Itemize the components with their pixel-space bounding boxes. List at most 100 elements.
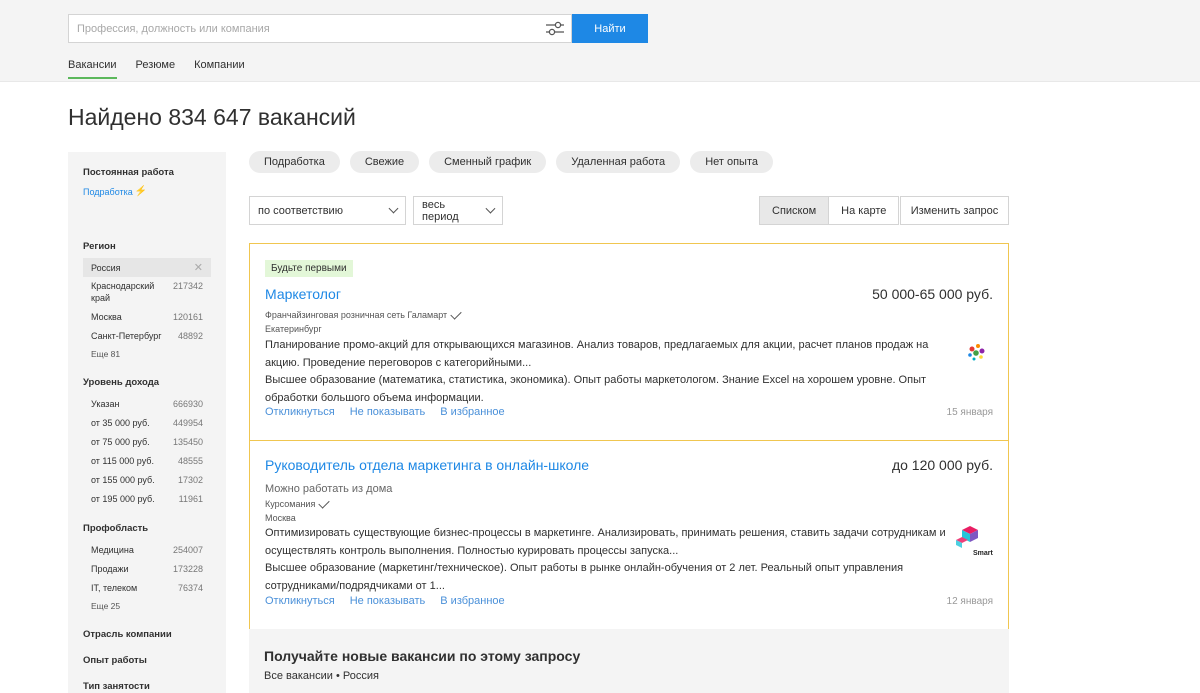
vacancy-actions: Откликнуться Не показывать В избранное: [265, 595, 505, 607]
vacancy-date: 15 января: [946, 407, 993, 418]
vacancy-requirements: Высшее образование (математика, статисти…: [265, 374, 927, 404]
period-select[interactable]: весь период: [413, 196, 503, 225]
view-list-button[interactable]: Списком: [760, 197, 830, 224]
vacancy-responsibilities: Планирование промо-акций для открывающих…: [265, 339, 929, 369]
chevron-down-icon: [388, 203, 399, 214]
vacancy-responsibilities: Оптимизировать существующие бизнес-проце…: [265, 527, 946, 557]
income-label: Указан: [91, 398, 120, 409]
chip-shift[interactable]: Сменный график: [429, 151, 547, 173]
vacancy-actions: Откликнуться Не показывать В избранное: [265, 406, 505, 418]
field-count: 76374: [177, 582, 203, 593]
company-name: Франчайзинговая розничная сеть Галамарт: [265, 310, 448, 320]
company-logo: Smart: [956, 526, 994, 557]
view-map-button[interactable]: На карте: [829, 197, 899, 224]
remove-filter-icon[interactable]: ✕: [194, 261, 203, 274]
verified-check-icon: [318, 496, 330, 509]
main-nav: Вакансии Резюме Компании: [68, 59, 245, 79]
subscribe-block: Получайте новые вакансии по этому запрос…: [249, 629, 1009, 693]
respond-link[interactable]: Откликнуться: [265, 595, 335, 607]
region-heading: Регион: [83, 241, 116, 252]
industry-filter[interactable]: Отрасль компании: [83, 629, 211, 640]
vacancy-requirements: Высшее образование (маркетинг/техническо…: [265, 562, 904, 592]
tab-resumes[interactable]: Резюме: [136, 59, 176, 79]
field-more-link[interactable]: Еще 25: [83, 601, 211, 611]
parttime-link[interactable]: Подработка ⚡: [83, 186, 226, 197]
vacancy-description: Оптимизировать существующие бизнес-проце…: [265, 525, 955, 595]
income-item[interactable]: от 75 000 руб. 135450: [83, 432, 211, 451]
region-item-russia[interactable]: Россия ✕: [83, 258, 211, 277]
income-label: от 155 000 руб.: [91, 474, 155, 485]
income-label: от 115 000 руб.: [91, 455, 154, 466]
income-count: 449954: [172, 417, 203, 428]
chevron-down-icon: [485, 203, 496, 214]
vacancy-title[interactable]: Маркетолог: [265, 286, 341, 302]
income-count: 666930: [172, 398, 203, 409]
filter-settings-icon[interactable]: [545, 20, 565, 37]
hide-link[interactable]: Не показывать: [350, 595, 426, 607]
filters-sidebar: Постоянная работа Подработка ⚡ Регион Ро…: [68, 152, 226, 693]
region-item[interactable]: Санкт-Петербург 48892: [83, 326, 211, 345]
income-item[interactable]: Указан 666930: [83, 394, 211, 413]
field-filter: Профобласть Медицина 254007 Продажи 173228…: [83, 523, 211, 611]
income-count: 48555: [177, 455, 203, 466]
income-count: 17302: [177, 474, 203, 485]
income-filter: Уровень дохода Указан 666930 от 35 000 ру…: [83, 377, 211, 508]
region-more-link[interactable]: Еще 81: [83, 349, 211, 359]
tab-companies[interactable]: Компании: [194, 59, 245, 79]
vacancy-card: Руководитель отдела маркетинга в онлайн-…: [249, 440, 1009, 630]
income-label: от 35 000 руб.: [91, 417, 150, 428]
income-item[interactable]: от 195 000 руб. 11961: [83, 489, 211, 508]
favorite-link[interactable]: В избранное: [440, 595, 504, 607]
chip-remote[interactable]: Удаленная работа: [556, 151, 681, 173]
experience-filter[interactable]: Опыт работы: [83, 655, 211, 666]
change-query-button[interactable]: Изменить запрос: [900, 196, 1009, 225]
hide-link[interactable]: Не показывать: [350, 406, 426, 418]
income-count: 135450: [172, 436, 203, 447]
income-item[interactable]: от 115 000 руб. 48555: [83, 451, 211, 470]
favorite-link[interactable]: В избранное: [440, 406, 504, 418]
employment-type-heading[interactable]: Тип занятости: [83, 681, 211, 692]
subscribe-title: Получайте новые вакансии по этому запрос…: [264, 648, 581, 664]
field-item[interactable]: Продажи 173228: [83, 559, 211, 578]
view-toggle: Списком На карте: [759, 196, 900, 225]
region-count: 48892: [177, 330, 203, 341]
chip-parttime[interactable]: Подработка: [249, 151, 340, 173]
income-item[interactable]: от 155 000 руб. 17302: [83, 470, 211, 489]
region-item[interactable]: Москва 120161: [83, 307, 211, 326]
field-label: Продажи: [91, 563, 129, 574]
field-count: 254007: [172, 544, 203, 555]
search-button[interactable]: Найти: [572, 14, 648, 43]
employment-type-filter[interactable]: Тип занятости: [83, 681, 211, 692]
vacancy-city: Москва: [265, 513, 296, 523]
vacancy-salary: 50 000-65 000 руб.: [872, 286, 993, 302]
vacancy-description: Планирование промо-акций для открывающих…: [265, 337, 955, 407]
vacancy-title[interactable]: Руководитель отдела маркетинга в онлайн-…: [265, 457, 589, 473]
respond-link[interactable]: Откликнуться: [265, 406, 335, 418]
income-heading: Уровень дохода: [83, 377, 160, 388]
sort-select[interactable]: по соответствию: [249, 196, 406, 225]
field-label: Медицина: [91, 544, 134, 555]
industry-heading[interactable]: Отрасль компании: [83, 629, 211, 640]
field-count: 173228: [172, 563, 203, 574]
region-item[interactable]: Краснодарский край 217342: [83, 277, 211, 307]
page-title: Найдено 834 647 вакансий: [68, 104, 356, 130]
region-label: Москва: [91, 311, 122, 322]
sort-value: по соответствию: [258, 204, 343, 217]
employment-heading[interactable]: Постоянная работа: [83, 167, 226, 178]
remote-work-label: Можно работать из дома: [265, 483, 393, 495]
chip-no-experience[interactable]: Нет опыта: [690, 151, 773, 173]
field-item[interactable]: Медицина 254007: [83, 540, 211, 559]
experience-heading[interactable]: Опыт работы: [83, 655, 211, 666]
vacancy-company[interactable]: Франчайзинговая розничная сеть Галамарт: [265, 307, 462, 320]
region-filter: Регион Россия ✕ Краснодарский край 21734…: [83, 241, 211, 359]
chip-fresh[interactable]: Свежие: [349, 151, 420, 173]
vacancy-date: 12 января: [946, 596, 993, 607]
vacancy-card: Будьте первыми Маркетолог 50 000-65 000 …: [249, 243, 1009, 441]
search-input[interactable]: [69, 15, 529, 42]
income-item[interactable]: от 35 000 руб. 449954: [83, 413, 211, 432]
vacancy-company[interactable]: Курсомания: [265, 496, 330, 509]
field-item[interactable]: IT, телеком 76374: [83, 578, 211, 597]
region-count: 120161: [172, 311, 203, 322]
tab-vacancies[interactable]: Вакансии: [68, 59, 117, 79]
subscribe-text: Все вакансии • Россия: [264, 670, 379, 682]
